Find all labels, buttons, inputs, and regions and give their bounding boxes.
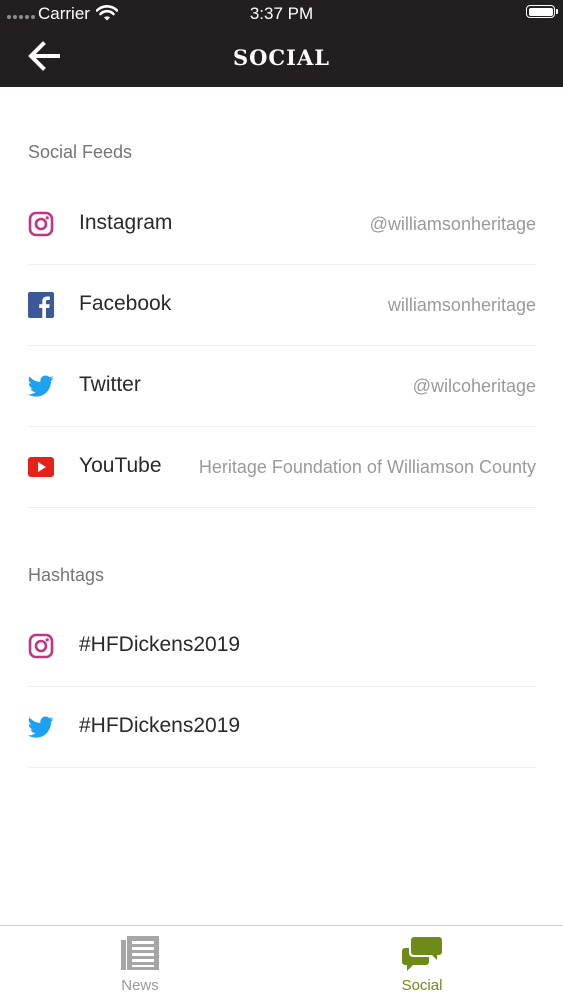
tab-news[interactable]: News	[80, 926, 200, 1000]
tab-label: Social	[401, 977, 443, 994]
twitter-icon	[28, 375, 54, 397]
section-title-social-feeds: Social Feeds	[28, 142, 133, 162]
feed-row-instagram[interactable]: Instagram @williamsonheritage	[28, 184, 536, 265]
app-header: Carrier 3:37 PM SOCIAL	[0, 0, 563, 87]
hashtag-label: #HFDickens2019	[79, 714, 241, 737]
status-bar: Carrier 3:37 PM	[0, 0, 563, 28]
feed-handle: williamsonheritage	[387, 295, 536, 315]
feed-name: Facebook	[79, 292, 172, 315]
facebook-icon	[28, 292, 54, 318]
speech-bubbles-icon	[402, 937, 442, 971]
newspaper-icon	[121, 936, 159, 970]
hashtag-row-instagram[interactable]: #HFDickens2019	[28, 606, 536, 687]
instagram-icon	[28, 211, 54, 237]
hashtag-row-twitter[interactable]: #HFDickens2019	[28, 687, 536, 768]
instagram-icon	[28, 633, 54, 659]
hashtag-label: #HFDickens2019	[79, 633, 241, 656]
feed-row-youtube[interactable]: YouTube Heritage Foundation of Williamso…	[28, 427, 536, 508]
feed-row-twitter[interactable]: Twitter @wilcoheritage	[28, 346, 536, 427]
status-time: 3:37 PM	[249, 4, 314, 23]
feed-handle: @williamsonheritage	[369, 214, 536, 234]
battery-icon	[526, 5, 558, 18]
feed-name: Twitter	[79, 373, 141, 396]
twitter-icon	[28, 716, 54, 738]
feed-row-facebook[interactable]: Facebook williamsonheritage	[28, 265, 536, 346]
tab-social[interactable]: Social	[362, 926, 482, 1000]
feed-handle: Heritage Foundation of Williamson County	[198, 457, 536, 477]
feed-name: YouTube	[79, 454, 162, 477]
section-title-hashtags: Hashtags	[28, 565, 105, 585]
youtube-icon	[28, 457, 54, 477]
tab-bar: News Social	[0, 925, 563, 1000]
feed-handle: @wilcoheritage	[412, 376, 536, 396]
feed-name: Instagram	[79, 211, 173, 234]
page-title: SOCIAL	[232, 45, 331, 70]
tab-label: News	[121, 977, 159, 994]
